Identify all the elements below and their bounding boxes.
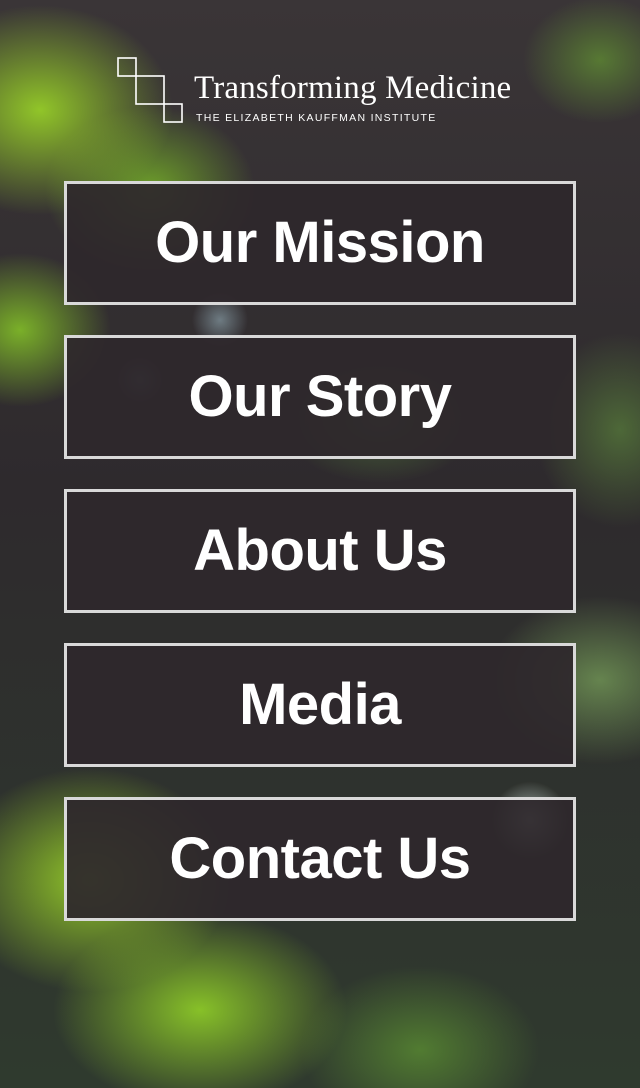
- about-us-button[interactable]: About Us: [64, 489, 576, 613]
- main-menu: Our Mission Our Story About Us Media Con…: [64, 181, 576, 951]
- contact-us-label: Contact Us: [169, 826, 471, 891]
- media-button[interactable]: Media: [64, 643, 576, 767]
- our-mission-button[interactable]: Our Mission: [64, 181, 576, 305]
- contact-us-button[interactable]: Contact Us: [64, 797, 576, 921]
- our-story-label: Our Story: [188, 364, 453, 429]
- our-mission-label: Our Mission: [155, 210, 485, 275]
- our-story-button[interactable]: Our Story: [64, 335, 576, 459]
- about-us-label: About Us: [193, 518, 447, 583]
- brand-subtitle: THE ELIZABETH KAUFFMAN INSTITUTE: [196, 112, 437, 124]
- brand-title: Transforming Medicine: [194, 70, 512, 106]
- brand-logo[interactable]: Transforming Medicine THE ELIZABETH KAUF…: [116, 56, 526, 126]
- media-label: Media: [239, 672, 401, 737]
- stacked-squares-logo-icon: [117, 57, 183, 123]
